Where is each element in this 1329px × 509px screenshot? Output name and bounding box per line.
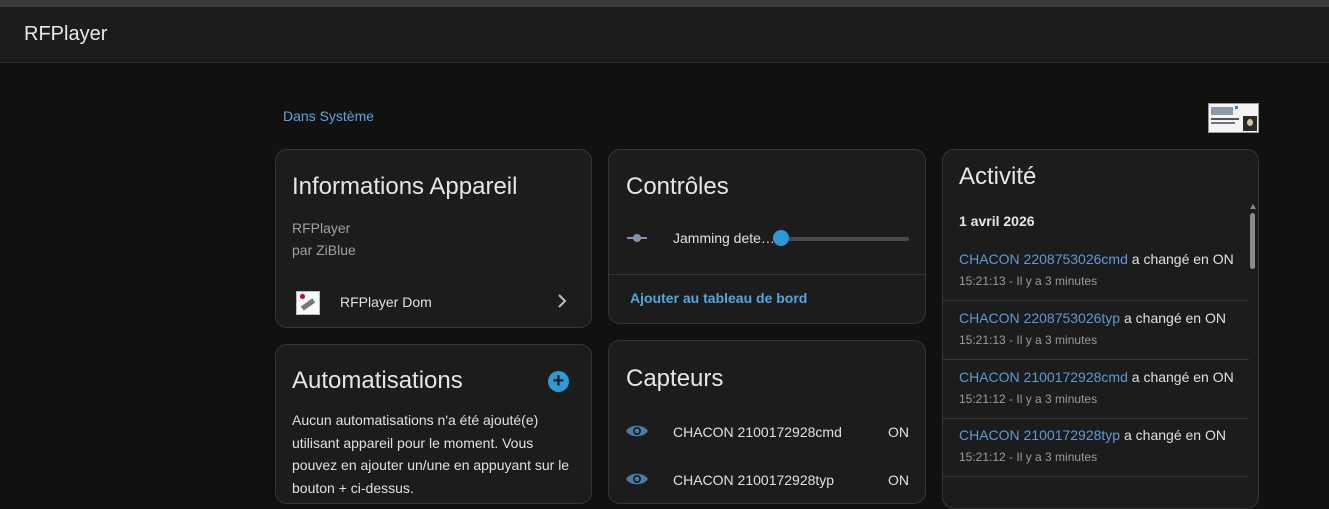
sensor-state: ON (888, 472, 909, 488)
divider (609, 274, 925, 275)
activity-entry: CHACON 2208753026cmd a changé en ON 15:2… (943, 242, 1249, 301)
activity-title: Activité (959, 163, 1037, 190)
page-title: RFPlayer (24, 23, 108, 45)
control-row: Jamming dete… (609, 224, 925, 254)
sensors-card: Capteurs CHACON 2100172928cmd ON CHACON … (608, 340, 926, 504)
activity-message: a changé en ON (1124, 310, 1226, 326)
breadcrumb-link[interactable]: Dans Système (283, 108, 374, 124)
device-image (1208, 103, 1259, 133)
sensor-row[interactable]: CHACON 2100172928typ ON (609, 467, 925, 497)
add-to-dashboard-button[interactable]: Ajouter au tableau de bord (630, 290, 807, 306)
hub-device-image (296, 291, 320, 315)
app-header: RFPlayer (0, 7, 1329, 63)
scrollbar-thumb[interactable] (1250, 213, 1255, 269)
activity-message: a changé en ON (1131, 251, 1234, 267)
hub-device-row[interactable]: RFPlayer Dom (276, 284, 591, 320)
slider-icon (627, 234, 647, 242)
activity-entry: CHACON 2100172928cmd a changé en ON 15:2… (943, 360, 1249, 419)
activity-time: 15:21:13 - Il y a 3 minutes (959, 274, 1098, 288)
activity-entity-link[interactable]: CHACON 2208753026typ (959, 310, 1120, 326)
activity-entry: CHACON 2100172928typ a changé en ON 15:2… (943, 418, 1249, 477)
slider-thumb[interactable] (773, 230, 789, 246)
activity-time: 15:21:12 - Il y a 3 minutes (959, 392, 1098, 406)
device-info-card: Informations Appareil RFPlayer par ZiBlu… (275, 149, 592, 328)
window-top-strip (0, 0, 1329, 7)
automations-empty-text: Aucun automatisations n'a été ajouté(e) … (292, 412, 570, 496)
activity-entity-link[interactable]: CHACON 2208753026cmd (959, 251, 1128, 267)
eye-icon (626, 473, 648, 485)
eye-icon (626, 425, 648, 437)
sensor-name: CHACON 2100172928typ (673, 472, 835, 488)
device-model: RFPlayer (292, 220, 351, 236)
activity-message: a changé en ON (1131, 369, 1234, 385)
activity-entity-link[interactable]: CHACON 2100172928cmd (959, 369, 1128, 385)
control-label[interactable]: Jamming dete… (673, 230, 779, 246)
automations-card: Automatisations + Aucun automatisations … (275, 344, 592, 504)
automations-title: Automatisations (292, 367, 463, 394)
device-manufacturer: par ZiBlue (292, 242, 356, 258)
sensor-row[interactable]: CHACON 2100172928cmd ON (609, 419, 925, 449)
hub-device-label: RFPlayer Dom (340, 294, 432, 310)
activity-entry: CHACON 2208753026typ a changé en ON 15:2… (943, 301, 1249, 360)
activity-time: 15:21:13 - Il y a 3 minutes (959, 333, 1098, 347)
activity-card: Activité 1 avril 2026 CHACON 2208753026c… (942, 149, 1259, 509)
slider-track[interactable] (781, 237, 909, 241)
sensor-name: CHACON 2100172928cmd (673, 424, 842, 440)
activity-entity-link[interactable]: CHACON 2100172928typ (959, 427, 1120, 443)
controls-card: Contrôles Jamming dete… Ajouter au table… (608, 149, 926, 324)
activity-date: 1 avril 2026 (959, 213, 1035, 229)
sensor-state: ON (888, 424, 909, 440)
device-info-title: Informations Appareil (292, 173, 518, 200)
chevron-right-icon (557, 292, 567, 313)
activity-message: a changé en ON (1124, 427, 1226, 443)
controls-title: Contrôles (626, 173, 729, 200)
sensors-title: Capteurs (626, 365, 724, 392)
scroll-up-arrow-icon[interactable] (1250, 204, 1256, 209)
activity-time: 15:21:12 - Il y a 3 minutes (959, 450, 1098, 464)
plus-circle-icon[interactable]: + (548, 371, 569, 392)
